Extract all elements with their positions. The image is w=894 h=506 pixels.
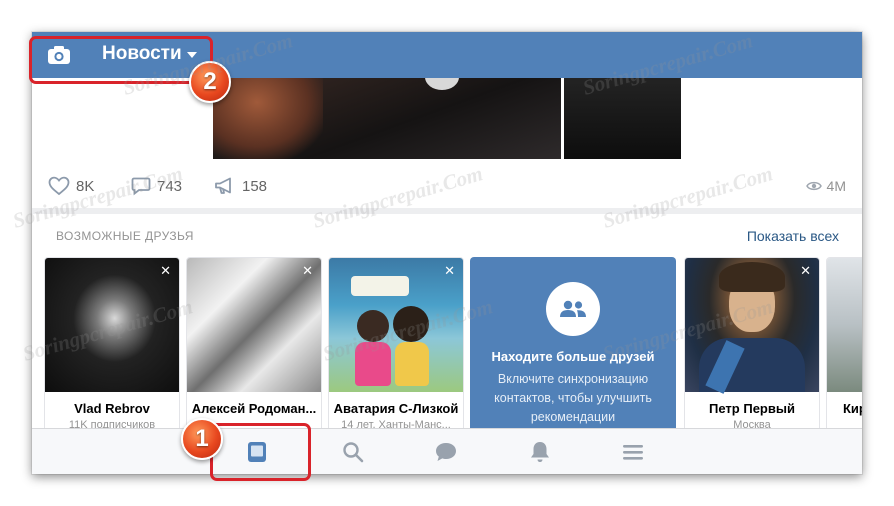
chat-bubble-icon bbox=[436, 443, 456, 461]
views-counter: 4M bbox=[805, 174, 846, 198]
close-icon[interactable]: ✕ bbox=[444, 264, 455, 279]
step-badge-1: 1 bbox=[181, 418, 223, 460]
find-friends-title: Находите больше друзей bbox=[491, 349, 655, 364]
eye-icon bbox=[805, 181, 822, 191]
comment-button[interactable]: 743 bbox=[131, 174, 182, 198]
friend-avatar[interactable] bbox=[827, 258, 862, 392]
friend-name[interactable]: Аватария С-Лизкой bbox=[329, 401, 463, 416]
share-button[interactable]: 158 bbox=[214, 174, 267, 198]
friend-name[interactable]: Петр Первый bbox=[685, 401, 819, 416]
post-photo-secondary[interactable] bbox=[564, 78, 681, 159]
friend-name[interactable]: Алексей Родоман... bbox=[187, 401, 321, 416]
friend-name[interactable]: Кир bbox=[843, 401, 862, 416]
heart-icon bbox=[48, 176, 70, 196]
post-stats: 8K 743 158 4M bbox=[32, 174, 862, 198]
post-photo[interactable] bbox=[213, 78, 561, 159]
app-window: Новости 8K 743 158 4M ВОЗМОЖНЫЕ ДРУЗЬЯ П… bbox=[32, 32, 862, 474]
find-friends-card[interactable]: Находите больше друзей Включите синхрони… bbox=[470, 257, 676, 457]
menu-tab[interactable] bbox=[613, 437, 653, 467]
section-title: ВОЗМОЖНЫЕ ДРУЗЬЯ bbox=[56, 229, 194, 243]
hamburger-menu-icon bbox=[623, 445, 643, 460]
megaphone-icon bbox=[215, 177, 231, 194]
close-icon[interactable]: ✕ bbox=[800, 264, 811, 279]
views-count: 4M bbox=[826, 178, 846, 194]
highlight-news-dropdown bbox=[29, 36, 213, 84]
show-all-link[interactable]: Показать всех bbox=[747, 228, 839, 244]
friend-name[interactable]: Vlad Rebrov bbox=[45, 401, 179, 416]
find-friends-description: Включите синхронизацию контактов, чтобы … bbox=[494, 372, 652, 424]
search-icon bbox=[343, 442, 364, 463]
bottom-tab-bar bbox=[32, 428, 862, 474]
friend-avatar[interactable] bbox=[329, 258, 463, 392]
comment-icon bbox=[131, 177, 151, 196]
friend-avatar[interactable] bbox=[685, 258, 819, 394]
friends-icon bbox=[546, 282, 600, 336]
search-tab[interactable] bbox=[333, 437, 373, 467]
friend-avatar[interactable] bbox=[45, 258, 179, 392]
close-icon[interactable]: ✕ bbox=[160, 264, 171, 279]
like-button[interactable]: 8K bbox=[48, 174, 94, 198]
bell-icon bbox=[531, 442, 549, 462]
comments-count: 743 bbox=[157, 177, 183, 195]
step-badge-2: 2 bbox=[189, 61, 231, 103]
notifications-tab[interactable] bbox=[520, 437, 560, 467]
post-card: 8K 743 158 4M bbox=[32, 78, 862, 208]
likes-count: 8K bbox=[76, 177, 95, 195]
highlight-news-tab bbox=[210, 423, 311, 481]
messages-tab[interactable] bbox=[426, 437, 466, 467]
close-icon[interactable]: ✕ bbox=[302, 264, 313, 279]
shares-count: 158 bbox=[242, 177, 268, 195]
friend-avatar[interactable] bbox=[187, 258, 321, 392]
